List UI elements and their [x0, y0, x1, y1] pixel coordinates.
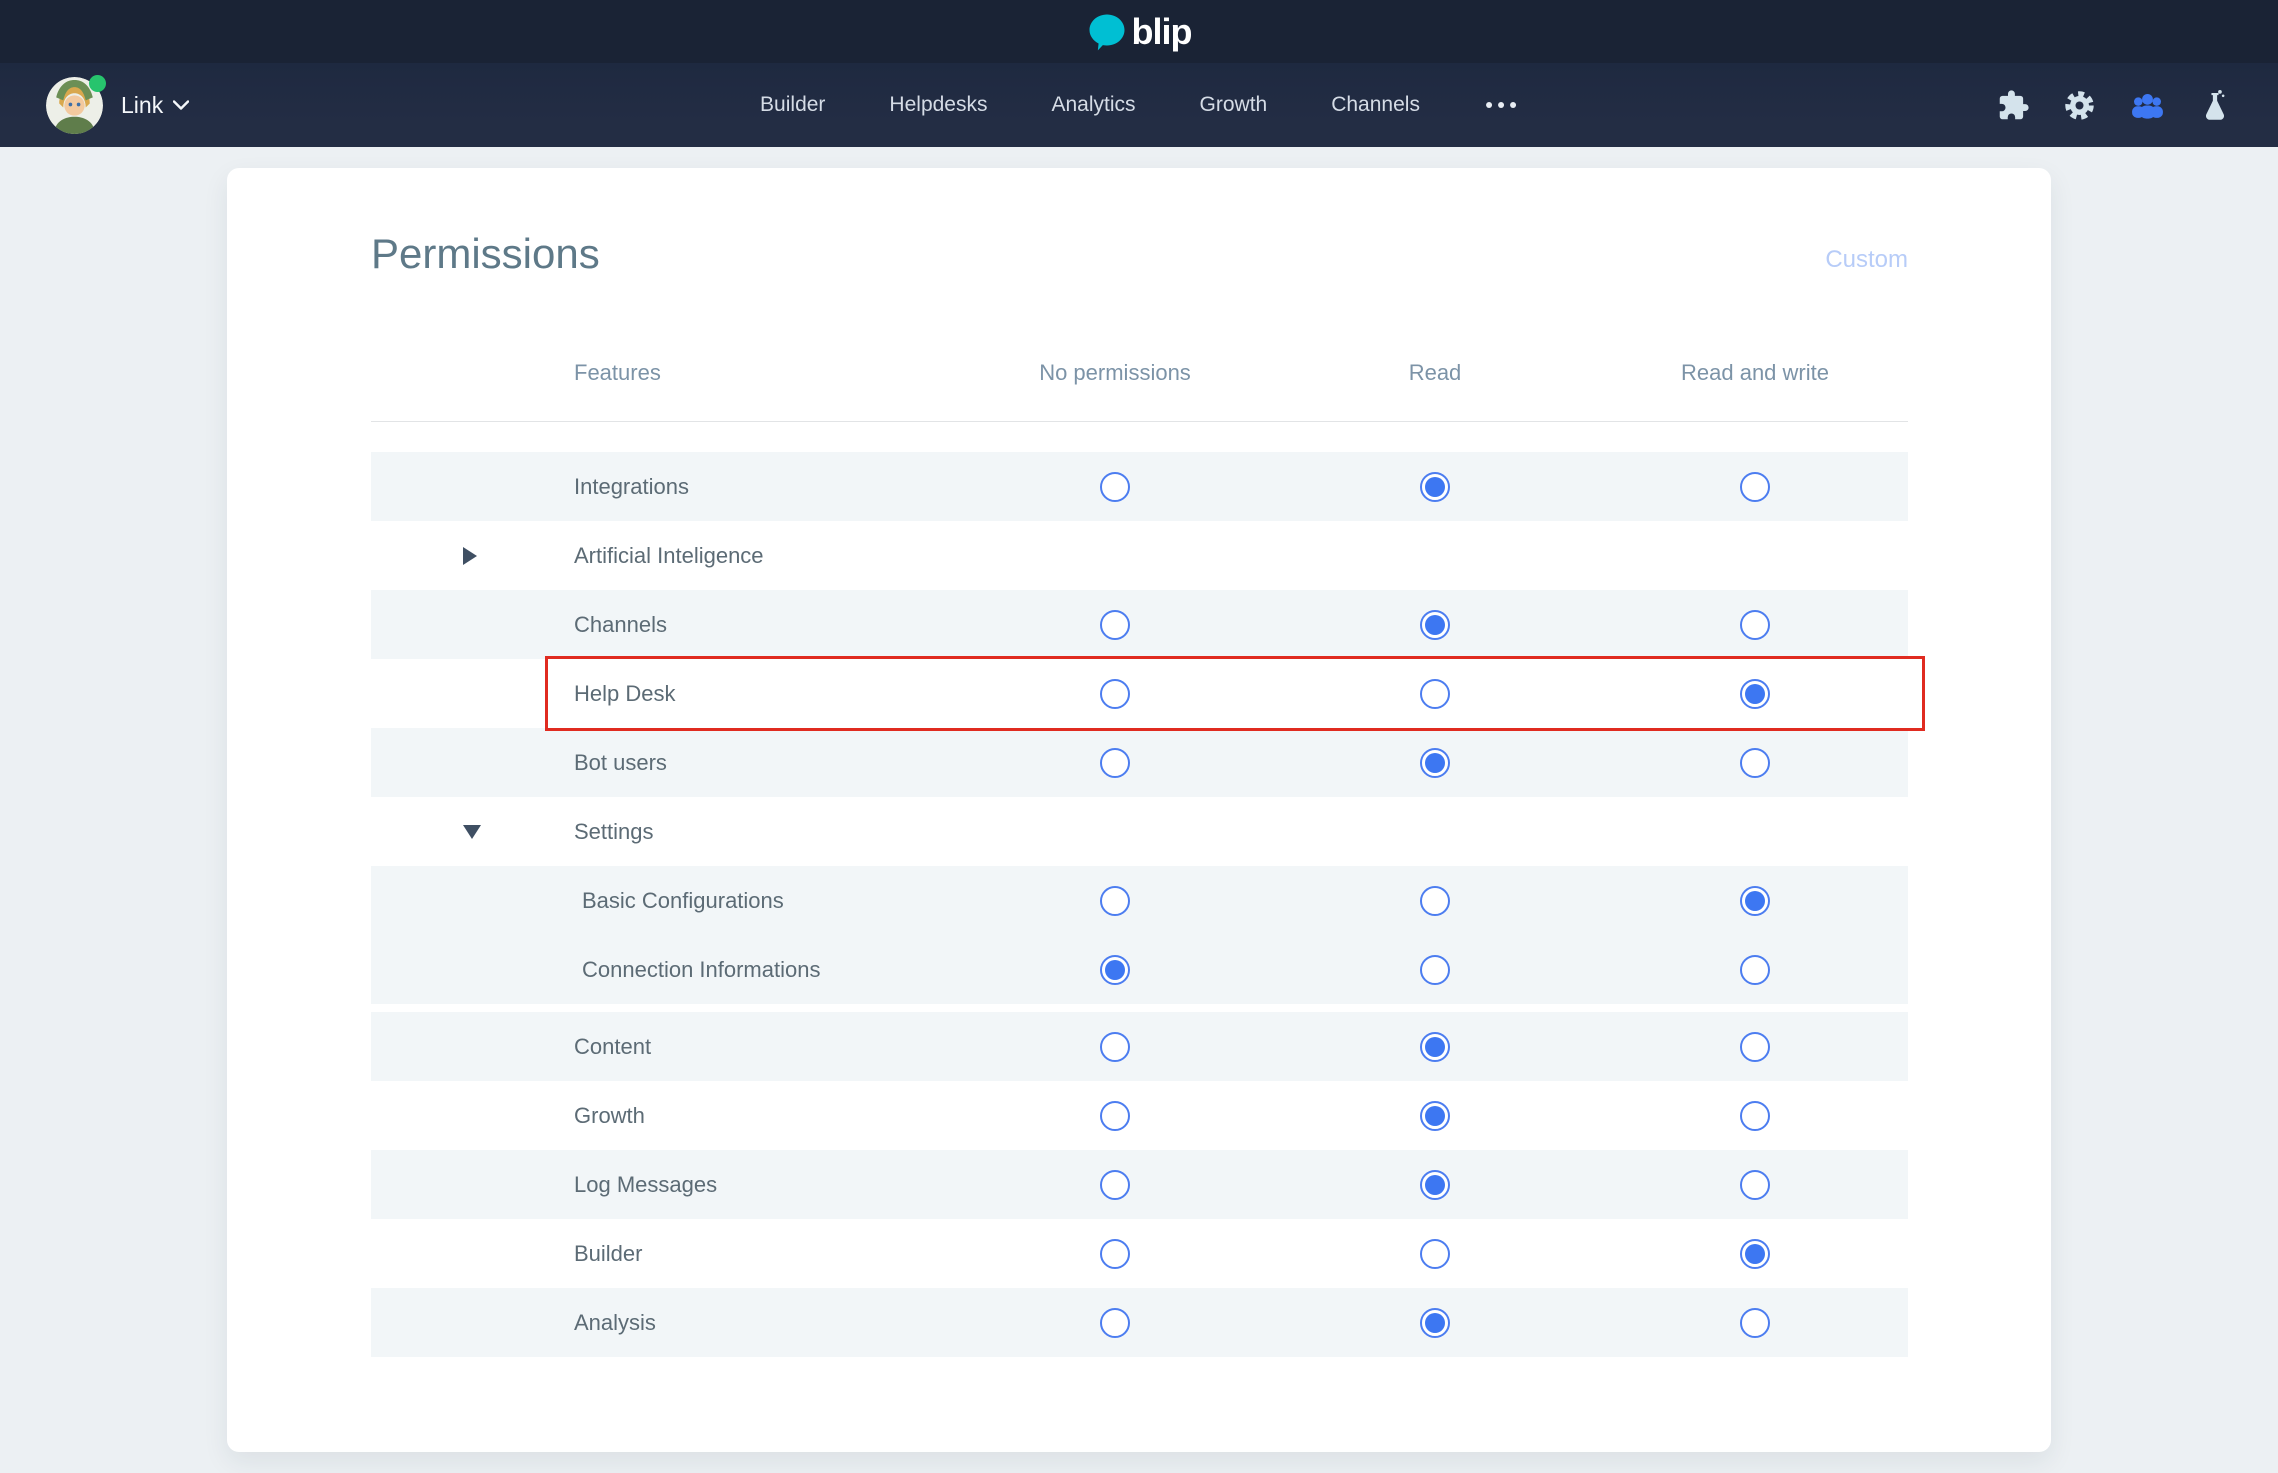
radio-read[interactable]	[1420, 1170, 1450, 1200]
table-row-growth: Growth	[371, 1081, 1908, 1150]
header-no-permissions: No permissions	[1039, 360, 1191, 386]
main-nav-bar: Link Builder Helpdesks Analytics Growth …	[0, 63, 2278, 147]
table-row-integrations: Integrations	[371, 452, 1908, 521]
radio-read[interactable]	[1420, 748, 1450, 778]
radio-no-permissions[interactable]	[1100, 1032, 1130, 1062]
radio-read-write[interactable]	[1740, 610, 1770, 640]
feature-label: Settings	[574, 819, 654, 845]
feature-label: Help Desk	[574, 681, 675, 707]
table-row-connection-informations: Connection Informations	[371, 935, 1908, 1004]
permissions-card: Permissions Custom Features No permissio…	[227, 168, 2051, 1452]
table-row-settings: Settings	[371, 797, 1908, 866]
avatar[interactable]	[46, 77, 103, 134]
radio-read[interactable]	[1420, 1308, 1450, 1338]
chevron-down-icon	[173, 100, 189, 110]
radio-read-write[interactable]	[1740, 748, 1770, 778]
table-row-analysis: Analysis	[371, 1288, 1908, 1357]
header-divider	[371, 421, 1908, 422]
radio-read[interactable]	[1420, 955, 1450, 985]
top-bar: blip	[0, 0, 2278, 63]
feature-label: Content	[574, 1034, 651, 1060]
feature-label: Bot users	[574, 750, 667, 776]
experiments-flask-icon[interactable]	[2198, 88, 2232, 122]
table-row-bot-users: Bot users	[371, 728, 1908, 797]
nav-item-growth[interactable]: Growth	[1200, 93, 1268, 117]
radio-read[interactable]	[1420, 886, 1450, 916]
table-row-content: Content	[371, 1012, 1908, 1081]
radio-no-permissions[interactable]	[1100, 1239, 1130, 1269]
header-read: Read	[1409, 360, 1462, 386]
radio-read-write[interactable]	[1740, 1308, 1770, 1338]
radio-read-write[interactable]	[1740, 679, 1770, 709]
radio-read[interactable]	[1420, 472, 1450, 502]
collapse-triangle-icon[interactable]	[463, 825, 481, 839]
radio-no-permissions[interactable]	[1100, 1170, 1130, 1200]
table-row-log-messages: Log Messages	[371, 1150, 1908, 1219]
primary-nav: Builder Helpdesks Analytics Growth Chann…	[760, 93, 1518, 117]
radio-read[interactable]	[1420, 1239, 1450, 1269]
radio-no-permissions[interactable]	[1100, 610, 1130, 640]
feature-label: Artificial Inteligence	[574, 543, 764, 569]
radio-no-permissions[interactable]	[1100, 886, 1130, 916]
user-name: Link	[121, 92, 163, 119]
more-options-icon[interactable]	[1484, 96, 1518, 114]
header-features: Features	[574, 360, 661, 386]
radio-read-write[interactable]	[1740, 1170, 1770, 1200]
toolbar-icons	[1997, 87, 2232, 124]
highlight-border	[545, 656, 1925, 731]
page-title: Permissions	[371, 230, 600, 278]
radio-read[interactable]	[1420, 1032, 1450, 1062]
permissions-table-body: Integrations Artificial Inteligence Channe…	[371, 452, 1908, 1357]
feature-label: Analysis	[574, 1310, 656, 1336]
feature-label: Basic Configurations	[582, 888, 784, 914]
table-row-basic-configurations: Basic Configurations	[371, 866, 1908, 935]
nav-item-analytics[interactable]: Analytics	[1051, 93, 1135, 117]
feature-label: Builder	[574, 1241, 642, 1267]
settings-gear-icon[interactable]	[2062, 88, 2097, 123]
permission-profile-label[interactable]: Custom	[1825, 246, 1908, 274]
table-row-help-desk: Help Desk	[371, 659, 1908, 728]
radio-read-write[interactable]	[1740, 472, 1770, 502]
radio-no-permissions[interactable]	[1100, 1101, 1130, 1131]
radio-read[interactable]	[1420, 1101, 1450, 1131]
nav-item-channels[interactable]: Channels	[1331, 93, 1420, 117]
radio-read-write[interactable]	[1740, 1032, 1770, 1062]
radio-read[interactable]	[1420, 610, 1450, 640]
online-status-dot	[89, 75, 106, 92]
feature-label: Log Messages	[574, 1172, 717, 1198]
nav-item-builder[interactable]: Builder	[760, 93, 825, 117]
table-header: Features No permissions Read Read and wr…	[371, 360, 1908, 388]
radio-read-write[interactable]	[1740, 1239, 1770, 1269]
blip-logo[interactable]: blip	[1087, 12, 1192, 52]
radio-read-write[interactable]	[1740, 1101, 1770, 1131]
feature-label: Growth	[574, 1103, 645, 1129]
extensions-puzzle-icon[interactable]	[1997, 89, 2030, 122]
user-menu[interactable]: Link	[46, 77, 189, 134]
radio-no-permissions[interactable]	[1100, 955, 1130, 985]
radio-read-write[interactable]	[1740, 955, 1770, 985]
radio-read-write[interactable]	[1740, 886, 1770, 916]
radio-no-permissions[interactable]	[1100, 472, 1130, 502]
radio-read[interactable]	[1420, 679, 1450, 709]
users-icon[interactable]	[2129, 87, 2166, 124]
table-row-builder: Builder	[371, 1219, 1908, 1288]
header-read-write: Read and write	[1681, 360, 1829, 386]
expand-triangle-icon[interactable]	[463, 547, 477, 565]
nav-item-helpdesks[interactable]: Helpdesks	[889, 93, 987, 117]
feature-label: Connection Informations	[582, 957, 820, 983]
radio-no-permissions[interactable]	[1100, 679, 1130, 709]
table-row-channels: Channels	[371, 590, 1908, 659]
radio-no-permissions[interactable]	[1100, 1308, 1130, 1338]
table-row-artificial-inteligence: Artificial Inteligence	[371, 521, 1908, 590]
radio-no-permissions[interactable]	[1100, 748, 1130, 778]
blip-balloon-icon	[1087, 12, 1127, 52]
feature-label: Integrations	[574, 474, 689, 500]
logo-text: blip	[1132, 14, 1192, 50]
feature-label: Channels	[574, 612, 667, 638]
